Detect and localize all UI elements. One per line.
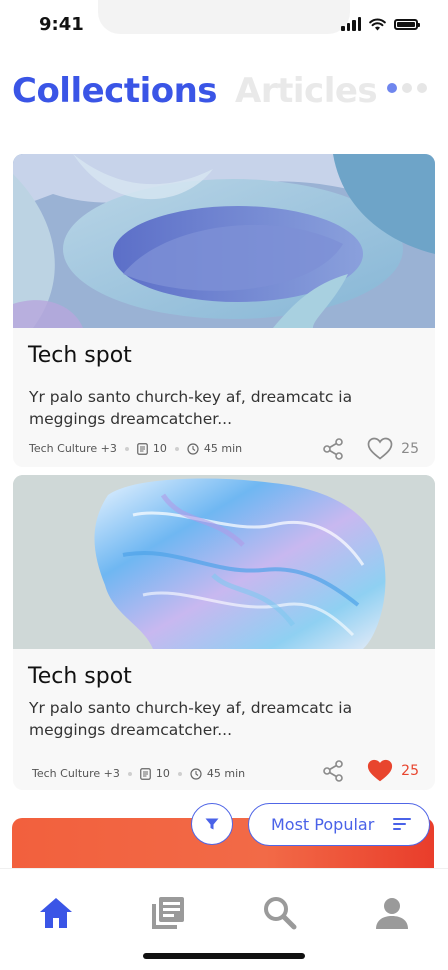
nav-search[interactable] — [258, 891, 302, 935]
clock-icon — [187, 442, 199, 455]
document-icon — [137, 442, 148, 455]
abstract-art-image — [13, 154, 435, 328]
item-count: 10 — [137, 442, 167, 455]
card-description: Yr palo santo church-key af, dreamcatc i… — [29, 388, 353, 428]
battery-icon — [394, 18, 420, 30]
item-count-value: 10 — [152, 442, 167, 455]
card-tag[interactable]: Tech Culture +3 — [32, 767, 120, 780]
articles-icon — [152, 897, 184, 929]
card-meta: Tech Culture +3 10 45 min — [29, 442, 242, 455]
like-count: 25 — [401, 441, 419, 457]
share-icon[interactable] — [321, 437, 345, 461]
profile-icon — [376, 898, 408, 929]
filter-button[interactable] — [191, 803, 233, 845]
filter-icon — [205, 818, 219, 830]
page-dot — [417, 83, 427, 93]
sort-icon — [393, 818, 411, 830]
tab-articles[interactable]: Articles — [235, 71, 378, 111]
meta-separator — [124, 446, 129, 451]
page-dot — [402, 83, 412, 93]
nav-home[interactable] — [34, 891, 78, 935]
search-icon — [264, 897, 297, 930]
share-icon[interactable] — [321, 759, 345, 783]
home-indicator — [143, 953, 305, 959]
meta-separator — [174, 446, 179, 451]
read-time: 45 min — [190, 767, 245, 780]
card-image — [13, 475, 435, 649]
card-description: Yr palo santo church-key af, dreamcatc i… — [29, 699, 353, 739]
card-image — [13, 154, 435, 328]
card-actions: 25 — [321, 437, 419, 461]
sort-label: Most Popular — [271, 815, 375, 834]
card-meta: Tech Culture +3 10 45 min — [32, 767, 245, 780]
nav-articles[interactable] — [146, 891, 190, 935]
like-count: 25 — [401, 763, 419, 779]
home-icon — [40, 898, 72, 928]
cellular-signal-icon — [341, 17, 361, 31]
page-dot-active — [387, 83, 397, 93]
tab-collections[interactable]: Collections — [12, 71, 218, 111]
device-notch — [98, 0, 350, 34]
heart-outline-icon[interactable] — [367, 437, 393, 461]
document-icon — [140, 767, 151, 780]
meta-separator — [127, 771, 132, 776]
collection-card[interactable]: Tech spot Yr palo santo church-key af, d… — [13, 475, 435, 790]
item-count: 10 — [140, 767, 170, 780]
heart-filled-icon[interactable] — [367, 759, 393, 783]
status-bar: 9:41 — [0, 0, 448, 54]
sort-dropdown[interactable]: Most Popular — [248, 803, 430, 846]
wifi-icon — [369, 17, 386, 30]
collection-card[interactable]: Tech spot Yr palo santo church-key af, d… — [13, 154, 435, 467]
card-tag[interactable]: Tech Culture +3 — [29, 442, 117, 455]
meta-separator — [177, 771, 182, 776]
page-indicator — [387, 83, 427, 93]
nav-profile[interactable] — [370, 891, 414, 935]
item-count-value: 10 — [155, 767, 170, 780]
read-time: 45 min — [187, 442, 242, 455]
card-title: Tech spot — [28, 664, 132, 689]
holographic-head-image — [13, 475, 435, 649]
card-actions: 25 — [321, 759, 419, 783]
clock-icon — [190, 767, 202, 780]
status-time: 9:41 — [39, 14, 84, 35]
header-tabs: Collections Articles — [12, 66, 395, 116]
read-time-value: 45 min — [203, 442, 243, 455]
status-icons — [341, 17, 420, 31]
card-title: Tech spot — [28, 343, 132, 368]
read-time-value: 45 min — [206, 767, 246, 780]
